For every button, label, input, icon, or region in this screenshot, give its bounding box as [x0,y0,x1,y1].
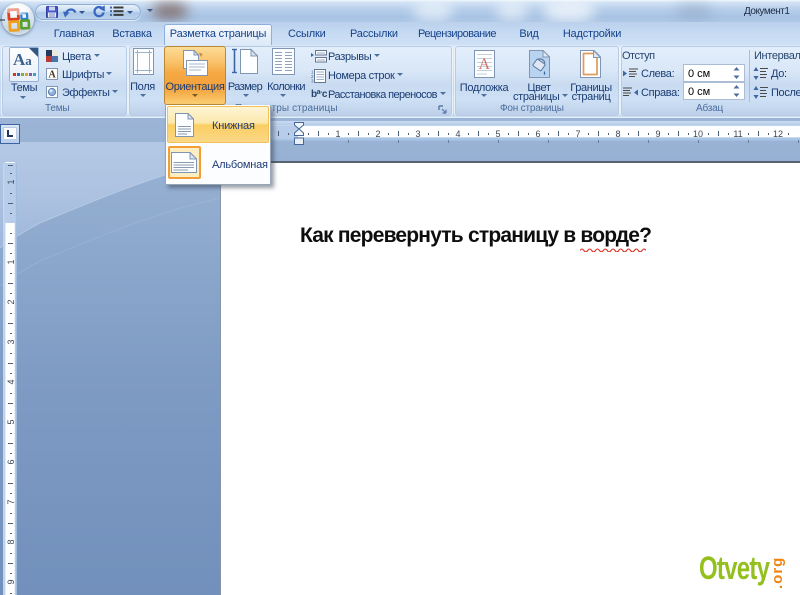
svg-text:A: A [479,56,491,73]
svg-text:A: A [49,70,57,81]
svg-text:3: 3 [311,79,314,84]
